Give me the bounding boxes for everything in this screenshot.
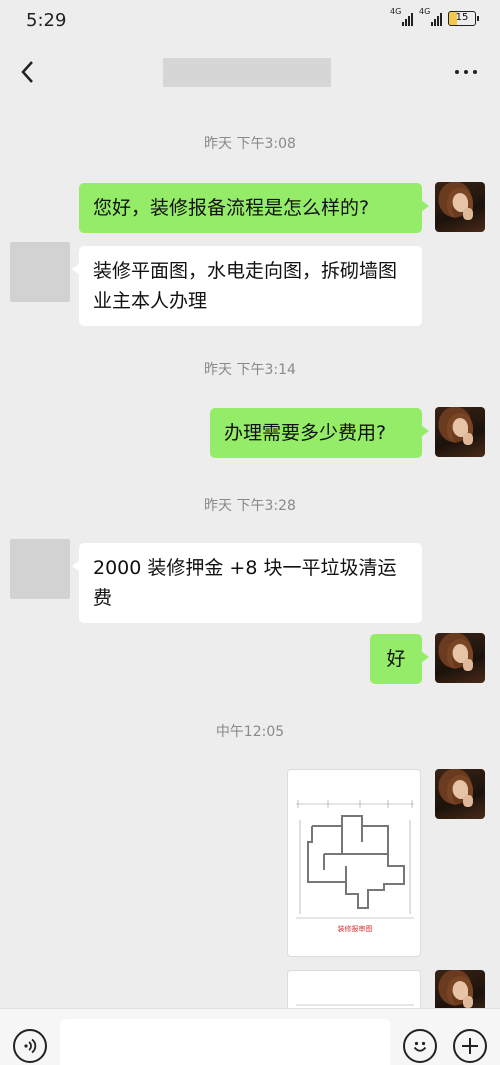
floor-plan-caption: 装修报审图 <box>338 924 373 933</box>
peer-message-bubble[interactable]: 装修平面图，水电走向图，拆砌墙图 业主本人办理 <box>72 246 422 326</box>
more-button[interactable] <box>452 62 480 82</box>
my-avatar[interactable] <box>435 769 485 819</box>
peer-avatar[interactable] <box>10 242 70 302</box>
status-indicators: 4G 4G 15 <box>390 7 479 26</box>
my-message-bubble[interactable]: 办理需要多少费用? <box>210 408 429 458</box>
back-button[interactable] <box>14 54 44 90</box>
peer-message-bubble[interactable]: 2000 装修押金 +8 块一平垃圾清运费 <box>72 543 422 623</box>
timestamp: 中午12:05 <box>215 724 285 740</box>
my-avatar[interactable] <box>435 182 485 232</box>
back-arrow-icon <box>21 61 33 83</box>
plus-button[interactable] <box>453 1029 487 1063</box>
signal-icon: 4G <box>419 7 442 26</box>
timestamp: 昨天 下午3:28 <box>204 498 296 514</box>
emoji-icon <box>413 1041 427 1052</box>
battery-icon: 15 <box>448 10 479 26</box>
chat-title <box>163 58 331 87</box>
plus-icon <box>462 1038 478 1054</box>
message-input[interactable] <box>60 1019 390 1065</box>
my-avatar[interactable] <box>435 407 485 457</box>
input-bar <box>0 1008 500 1065</box>
my-avatar[interactable] <box>435 633 485 683</box>
status-time: 5:29 <box>26 10 67 31</box>
more-dots-icon <box>455 70 459 74</box>
my-message-bubble[interactable]: 好 <box>370 634 429 684</box>
voice-button[interactable] <box>13 1029 47 1063</box>
timestamp: 昨天 下午3:14 <box>204 362 296 378</box>
chat-header <box>0 40 500 104</box>
peer-avatar[interactable] <box>10 539 70 599</box>
signal-icon: 4G <box>390 7 413 26</box>
emoji-button[interactable] <box>403 1029 437 1063</box>
floor-plan-image[interactable]: 装修报审图 <box>287 769 421 957</box>
my-message-bubble[interactable]: 您好，装修报备流程是怎么样的? <box>79 183 429 233</box>
voice-icon <box>24 1038 37 1054</box>
timestamp: 昨天 下午3:08 <box>204 136 296 152</box>
status-bar: 5:29 4G 4G 15 <box>0 0 500 40</box>
